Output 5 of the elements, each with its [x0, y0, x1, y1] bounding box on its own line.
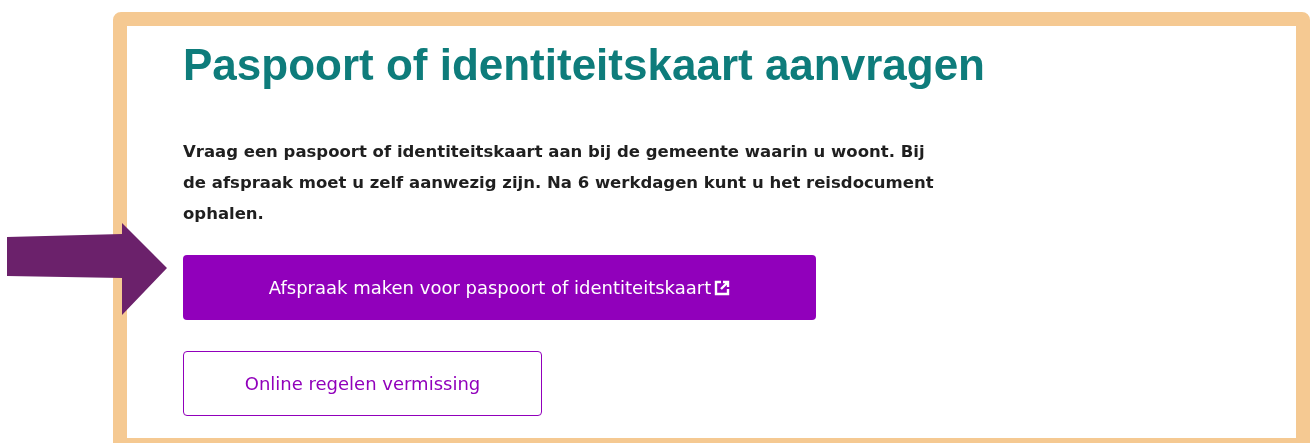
- appointment-button[interactable]: Afspraak maken voor paspoort of identiteitskaart: [183, 255, 816, 320]
- intro-paragraph: Vraag een paspoort of identiteitskaart aan bij de gemeente waarin u woont. Bij de afspraak moet u zelf aanwezig zijn. Na 6 werkdagen kunt u het reisdocument ophalen.: [183, 141, 935, 225]
- page-title: Paspoort of identiteitskaart aanvragen: [183, 40, 985, 90]
- arrow-icon: [5, 223, 167, 317]
- secondary-button[interactable]: Online regelen vermissing: [183, 351, 542, 416]
